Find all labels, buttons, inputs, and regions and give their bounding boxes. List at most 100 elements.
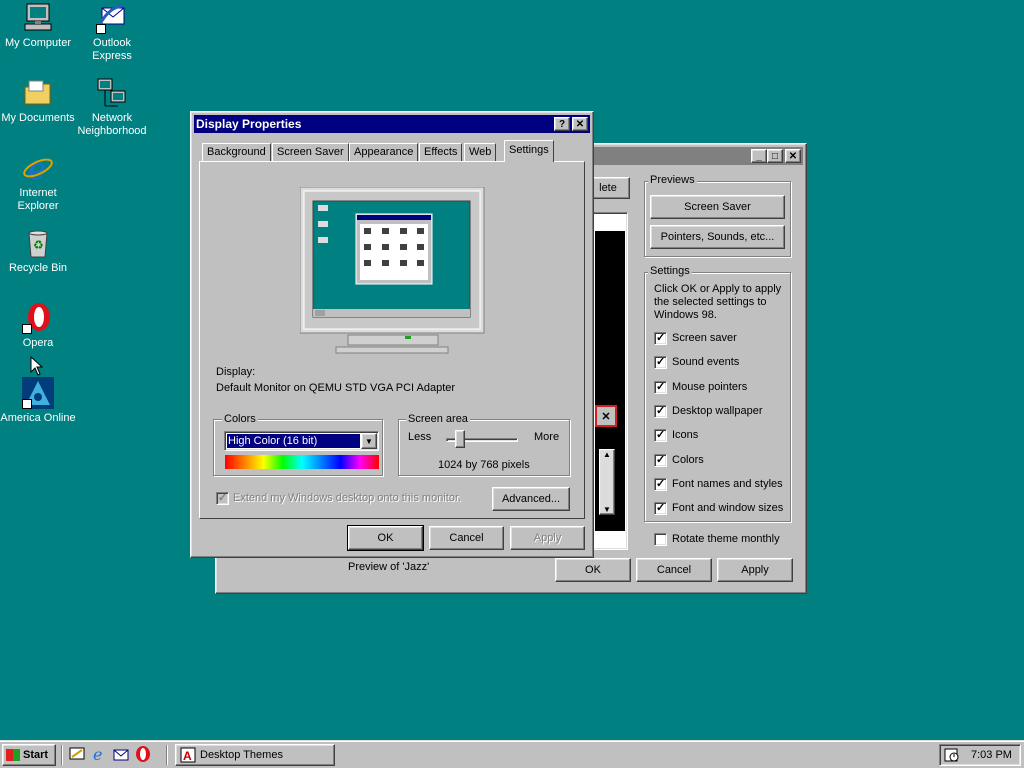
maximize-button[interactable]: □ xyxy=(767,149,783,163)
opera-icon[interactable] xyxy=(134,745,152,763)
opera-icon xyxy=(22,302,54,334)
advanced-button[interactable]: Advanced... xyxy=(492,487,570,511)
close-button[interactable]: ✕ xyxy=(785,149,801,163)
settings-checkbox[interactable]: ✓ xyxy=(654,502,667,515)
settings-checkbox[interactable]: ✓ xyxy=(654,381,667,394)
display-properties-dialog: Display Properties ? ✕ Background Screen… xyxy=(190,111,594,558)
settings-checkbox-label: Font and window sizes xyxy=(672,502,784,514)
desktop-icon-outlook-express[interactable]: Outlook Express xyxy=(74,2,150,63)
desktop-icon-opera[interactable]: Opera xyxy=(0,302,76,350)
settings-checkbox[interactable]: ✓ xyxy=(654,429,667,442)
start-label: Start xyxy=(23,749,49,761)
delete-button-label: lete xyxy=(599,182,617,194)
settings-checkbox[interactable]: ✓ xyxy=(654,478,667,491)
taskbar-separator xyxy=(61,745,63,765)
tab-background[interactable]: Background xyxy=(202,143,271,161)
monitor-preview xyxy=(299,186,486,357)
scroll-down-icon: ▼ xyxy=(603,505,611,514)
tab-settings[interactable]: Settings xyxy=(504,140,554,162)
colors-group-title: Colors xyxy=(222,413,258,425)
outlook-express-icon[interactable] xyxy=(112,745,130,763)
outlook-express-icon xyxy=(96,2,128,34)
tab-screen-saver[interactable]: Screen Saver xyxy=(272,143,349,161)
check-mark-icon: ✓ xyxy=(656,478,666,490)
close-button[interactable]: ✕ xyxy=(572,117,588,131)
display-properties-titlebar: Display Properties ? ✕ xyxy=(194,115,590,133)
desktop-themes-icon: A xyxy=(180,747,196,763)
desktop-icon-internet-explorer[interactable]: e Internet Explorer xyxy=(0,152,76,213)
scheduler-icon[interactable] xyxy=(944,747,960,763)
show-desktop-icon[interactable] xyxy=(68,745,86,763)
less-label: Less xyxy=(408,431,432,443)
extend-desktop-checkbox[interactable]: ✓ xyxy=(216,492,229,505)
settings-checkbox-label: Font names and styles xyxy=(672,478,783,490)
themes-cancel-button[interactable]: Cancel xyxy=(636,558,712,582)
shortcut-arrow-icon xyxy=(96,24,106,34)
svg-text:e: e xyxy=(28,152,46,184)
tab-appearance[interactable]: Appearance xyxy=(349,143,419,161)
desktop-icon-label-line2: Neighborhood xyxy=(77,125,147,137)
taskbar-separator xyxy=(166,745,168,765)
task-label: Desktop Themes xyxy=(200,749,283,761)
desktop-icon-label-line2: Express xyxy=(92,50,132,62)
themes-apply-button[interactable]: Apply xyxy=(717,558,793,582)
desktop-icon-label: Network xyxy=(91,112,133,124)
colors-select-value: High Color (16 bit) xyxy=(226,433,361,449)
apply-button[interactable]: Apply xyxy=(510,526,585,550)
screen-area-group-title: Screen area xyxy=(406,413,470,425)
settings-group-title: Settings xyxy=(648,265,692,277)
color-spectrum-bar xyxy=(225,455,379,469)
rotate-theme-label: Rotate theme monthly xyxy=(672,533,780,545)
desktop-icon-label: Outlook xyxy=(93,37,131,49)
check-mark-icon: ✓ xyxy=(656,356,666,368)
desktop-icon-label: Internet xyxy=(19,187,57,199)
internet-explorer-icon: e xyxy=(22,152,54,187)
pointers-sounds-label: Pointers, Sounds, etc... xyxy=(660,231,775,243)
mouse-pointer-icon xyxy=(30,355,44,379)
help-button[interactable]: ? xyxy=(554,117,570,131)
settings-checkbox-label: Colors xyxy=(672,454,704,466)
settings-checkbox-label: Screen saver xyxy=(672,332,737,344)
ok-button[interactable]: OK xyxy=(347,525,424,551)
previews-group-title: Previews xyxy=(648,174,697,186)
minimize-button[interactable]: _ xyxy=(751,149,767,163)
pointers-sounds-button[interactable]: Pointers, Sounds, etc... xyxy=(650,225,785,249)
desktop-icon-label: My Computer xyxy=(4,37,72,49)
themes-ok-button[interactable]: OK xyxy=(555,558,631,582)
desktop-icon-recycle-bin[interactable]: ♻ Recycle Bin xyxy=(0,227,76,275)
desktop-icon-my-computer[interactable]: My Computer xyxy=(0,2,76,50)
rotate-theme-checkbox[interactable] xyxy=(654,533,667,546)
desktop-icon-label: Opera xyxy=(22,337,54,349)
screen-saver-preview-button[interactable]: Screen Saver xyxy=(650,195,785,219)
cancel-button[interactable]: Cancel xyxy=(429,526,504,550)
settings-checkbox[interactable]: ✓ xyxy=(654,405,667,418)
internet-explorer-icon[interactable]: e xyxy=(90,745,108,764)
desktop-icon-label: My Documents xyxy=(1,112,75,124)
tab-page: Display: Default Monitor on QEMU STD VGA… xyxy=(199,161,585,519)
start-button[interactable]: Start xyxy=(2,744,56,766)
desktop-icon-america-online[interactable]: America Online xyxy=(0,377,76,425)
tab-effects[interactable]: Effects xyxy=(419,143,463,161)
resolution-slider-thumb[interactable] xyxy=(455,430,465,448)
check-mark-icon: ✓ xyxy=(656,332,666,344)
windows-logo-icon xyxy=(6,749,20,761)
settings-checkbox[interactable]: ✓ xyxy=(654,454,667,467)
settings-checkbox[interactable]: ✓ xyxy=(654,356,667,369)
screen-saver-preview-label: Screen Saver xyxy=(684,201,751,213)
svg-text:A: A xyxy=(183,749,192,763)
desktop-icon-network-neighborhood[interactable]: Network Neighborhood xyxy=(74,77,150,138)
check-mark-icon: ✓ xyxy=(656,405,666,417)
desktop-icon-my-documents[interactable]: My Documents xyxy=(0,77,76,125)
check-mark-icon: ✓ xyxy=(656,454,666,466)
colors-select[interactable]: High Color (16 bit) ▼ xyxy=(224,431,379,451)
clock[interactable]: 7:03 PM xyxy=(971,749,1012,761)
check-mark-icon: ✓ xyxy=(656,429,666,441)
chevron-down-icon[interactable]: ▼ xyxy=(361,433,377,449)
tab-web[interactable]: Web xyxy=(464,143,497,161)
themes-cancel-label: Cancel xyxy=(656,564,692,576)
desktop-icon-label-line2: Explorer xyxy=(17,200,59,212)
settings-checkbox[interactable]: ✓ xyxy=(654,332,667,345)
computer-icon xyxy=(22,2,54,34)
task-desktop-themes[interactable]: A Desktop Themes xyxy=(175,744,335,766)
check-mark-icon: ✓ xyxy=(656,381,666,393)
